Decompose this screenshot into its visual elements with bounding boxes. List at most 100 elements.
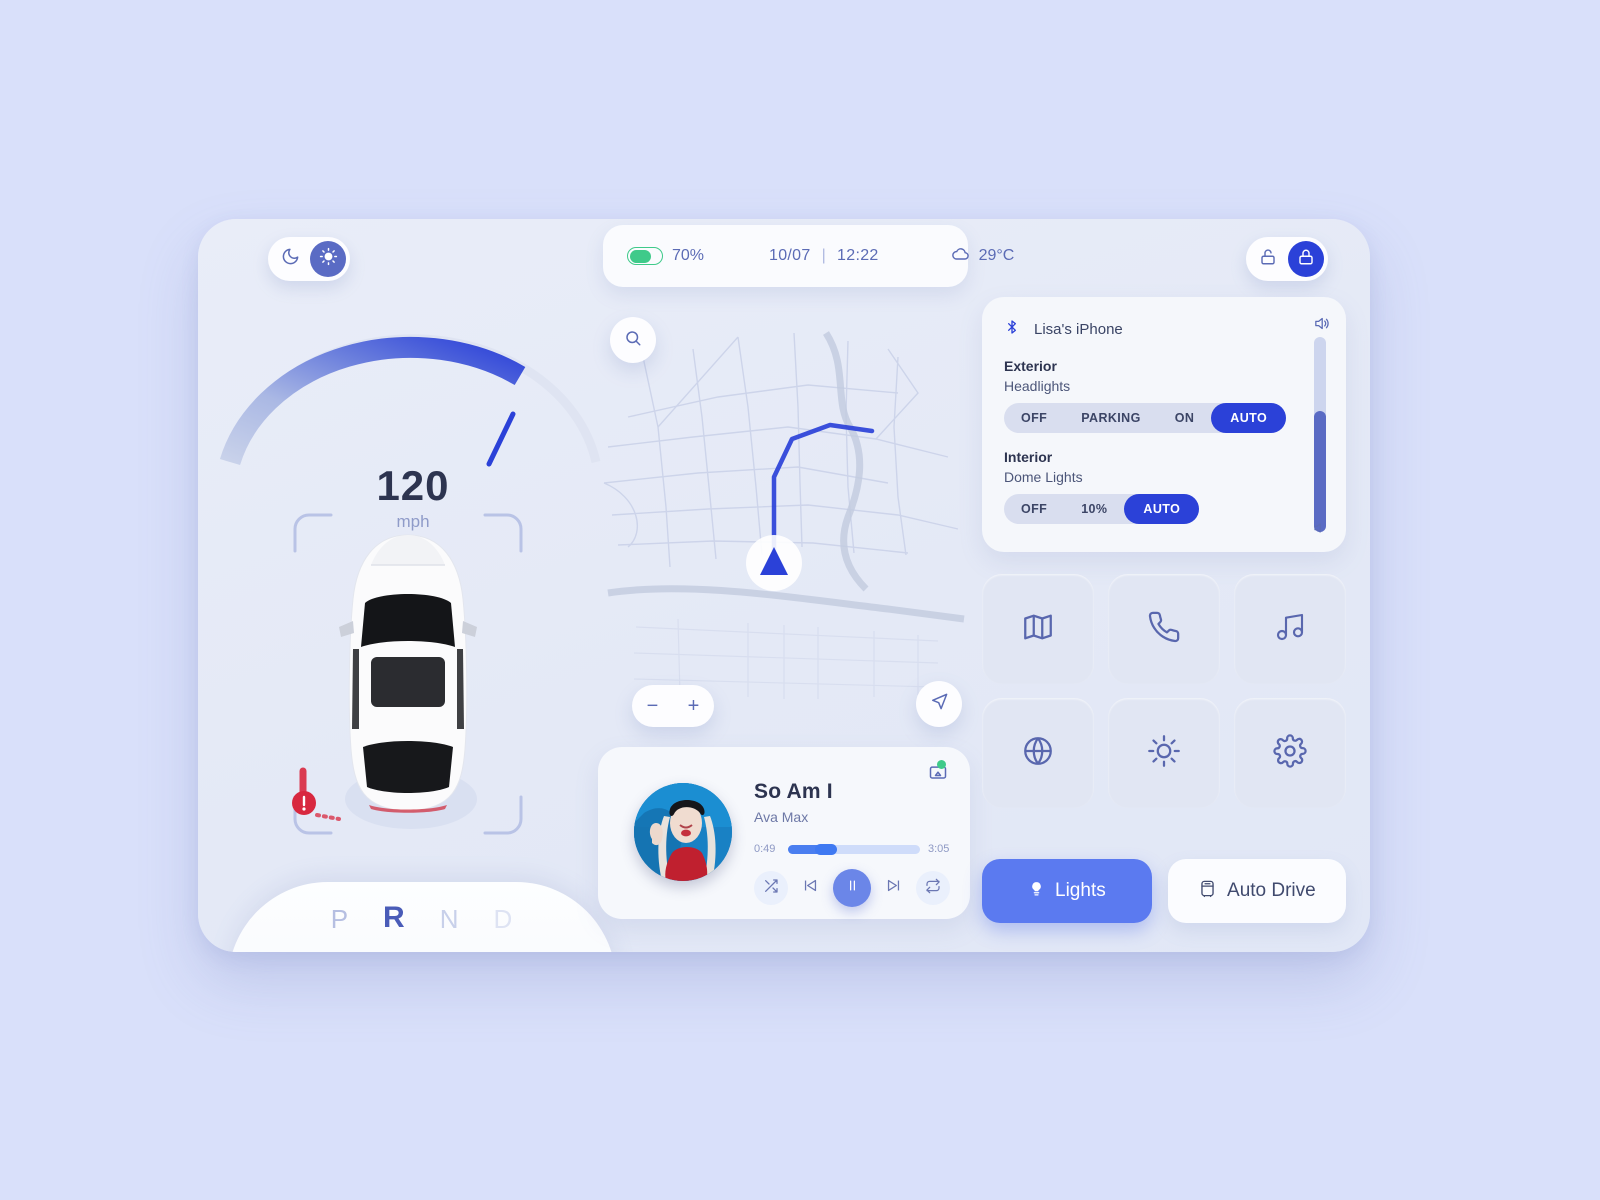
dome-lights-option-10[interactable]: 10% bbox=[1064, 494, 1124, 524]
map-search-button[interactable] bbox=[610, 317, 656, 363]
dome-lights-option-off[interactable]: OFF bbox=[1004, 494, 1064, 524]
status-bar: 70% 10/07 | 12:22 29°C bbox=[603, 225, 1014, 287]
display-mode-toggle[interactable] bbox=[268, 237, 350, 281]
app-tile-brightness[interactable] bbox=[1108, 698, 1220, 808]
cloud-icon bbox=[951, 244, 971, 269]
moon-icon bbox=[281, 247, 300, 271]
playback-controls bbox=[754, 869, 954, 907]
auto-drive-button[interactable]: Auto Drive bbox=[1167, 859, 1346, 923]
dome-lights-segmented-control[interactable]: OFF 10% AUTO bbox=[1004, 494, 1200, 524]
map-locate-button[interactable] bbox=[916, 681, 962, 727]
night-mode-option[interactable] bbox=[272, 241, 308, 277]
app-grid bbox=[982, 574, 1346, 808]
day-mode-option[interactable] bbox=[310, 241, 346, 277]
shuffle-button[interactable] bbox=[754, 871, 788, 905]
map-roads bbox=[603, 331, 965, 699]
app-tile-settings[interactable] bbox=[1234, 698, 1346, 808]
cast-button[interactable] bbox=[928, 760, 948, 788]
headlights-segmented-control[interactable]: OFF PARKING ON AUTO bbox=[1004, 403, 1287, 433]
volume-high-icon bbox=[1313, 315, 1330, 337]
sun-icon bbox=[319, 247, 338, 271]
playback-progress[interactable]: 0:49 3:05 bbox=[754, 843, 954, 855]
speedometer-gauge bbox=[219, 334, 601, 467]
map-zoom-in-button[interactable]: + bbox=[680, 696, 708, 716]
lock-option[interactable] bbox=[1288, 241, 1324, 277]
track-artist: Ava Max bbox=[754, 809, 809, 825]
repeat-button[interactable] bbox=[916, 871, 950, 905]
quick-action-buttons: Lights Auto Drive bbox=[982, 859, 1346, 923]
map-zoom-out-button[interactable]: − bbox=[639, 696, 667, 716]
app-tile-phone[interactable] bbox=[1108, 574, 1220, 684]
shuffle-icon bbox=[763, 878, 779, 899]
navigation-map[interactable]: − + bbox=[598, 297, 976, 727]
battery-percent-label: 70% bbox=[672, 247, 705, 264]
phone-icon bbox=[1147, 610, 1181, 649]
bluetooth-icon bbox=[1004, 317, 1020, 342]
headlights-option-auto[interactable]: AUTO bbox=[1211, 403, 1287, 433]
app-tile-map[interactable] bbox=[982, 574, 1094, 684]
search-icon bbox=[624, 329, 642, 352]
separator: | bbox=[821, 247, 827, 264]
interior-subtitle: Dome Lights bbox=[1004, 469, 1083, 485]
auto-drive-button-label: Auto Drive bbox=[1227, 880, 1316, 901]
play-pause-button[interactable] bbox=[833, 869, 871, 907]
lights-button[interactable]: Lights bbox=[982, 859, 1152, 923]
headlights-option-on[interactable]: ON bbox=[1158, 403, 1212, 433]
lights-button-label: Lights bbox=[1055, 880, 1106, 901]
headlights-option-off[interactable]: OFF bbox=[1004, 403, 1064, 433]
unlock-option[interactable] bbox=[1250, 241, 1286, 277]
pause-icon bbox=[845, 878, 860, 898]
track-title: So Am I bbox=[754, 780, 833, 803]
repeat-icon bbox=[925, 878, 941, 899]
unlock-icon bbox=[1259, 248, 1277, 271]
exterior-heading: Exterior bbox=[1004, 358, 1057, 374]
bulb-icon bbox=[1028, 880, 1045, 903]
date-time-group: 10/07 | 12:22 bbox=[769, 247, 879, 265]
time-label: 12:22 bbox=[837, 247, 879, 264]
navigation-arrow-icon bbox=[930, 692, 949, 716]
car-view bbox=[283, 499, 533, 849]
weather-indicator: 29°C bbox=[951, 244, 1015, 269]
album-art bbox=[634, 783, 732, 881]
parking-sensor-warning-icon bbox=[287, 767, 343, 828]
gear-option-p[interactable]: P bbox=[331, 904, 349, 935]
music-icon bbox=[1274, 611, 1306, 648]
gear-option-n[interactable]: N bbox=[440, 904, 460, 935]
car-dashboard: 70% 10/07 | 12:22 29°C 120 mph P R N D −… bbox=[198, 219, 1370, 952]
elapsed-time: 0:49 bbox=[754, 843, 776, 855]
app-tile-globe[interactable] bbox=[982, 698, 1094, 808]
temperature-label: 29°C bbox=[978, 247, 1015, 264]
map-zoom-controls[interactable]: − + bbox=[632, 685, 714, 727]
car-icon bbox=[1198, 879, 1217, 904]
volume-low-icon bbox=[1312, 521, 1326, 540]
volume-slider[interactable] bbox=[1314, 337, 1326, 532]
cast-status-dot bbox=[937, 760, 946, 769]
date-label: 10/07 bbox=[769, 247, 811, 264]
exterior-subtitle: Headlights bbox=[1004, 378, 1071, 394]
progress-slider[interactable] bbox=[788, 843, 920, 855]
interior-heading: Interior bbox=[1004, 449, 1053, 465]
music-player: So Am I Ava Max 0:49 3:05 bbox=[598, 747, 970, 919]
bluetooth-device-name: Lisa's iPhone bbox=[1034, 321, 1123, 338]
volume-fill bbox=[1314, 411, 1326, 532]
previous-track-button[interactable] bbox=[802, 877, 819, 899]
duration-time: 3:05 bbox=[928, 843, 950, 855]
speedometer-needle bbox=[486, 411, 516, 467]
cast-icon bbox=[928, 760, 948, 788]
lock-icon bbox=[1297, 248, 1315, 271]
settings-icon bbox=[1273, 733, 1307, 773]
bluetooth-device-row[interactable]: Lisa's iPhone bbox=[1004, 317, 1324, 342]
gear-option-d[interactable]: D bbox=[494, 904, 514, 935]
app-tile-music[interactable] bbox=[1234, 574, 1346, 684]
map-icon bbox=[1021, 610, 1055, 649]
lights-control-panel: Lisa's iPhone Exterior Headlights OFF PA… bbox=[982, 297, 1346, 552]
globe-icon bbox=[1021, 734, 1055, 773]
gear-selector[interactable]: P R N D bbox=[228, 882, 616, 952]
gear-option-r[interactable]: R bbox=[383, 901, 406, 935]
previous-track-icon bbox=[802, 877, 819, 899]
progress-knob[interactable] bbox=[814, 843, 837, 855]
door-lock-toggle[interactable] bbox=[1246, 237, 1328, 281]
next-track-button[interactable] bbox=[885, 877, 902, 899]
headlights-option-parking[interactable]: PARKING bbox=[1064, 403, 1158, 433]
dome-lights-option-auto[interactable]: AUTO bbox=[1124, 494, 1200, 524]
